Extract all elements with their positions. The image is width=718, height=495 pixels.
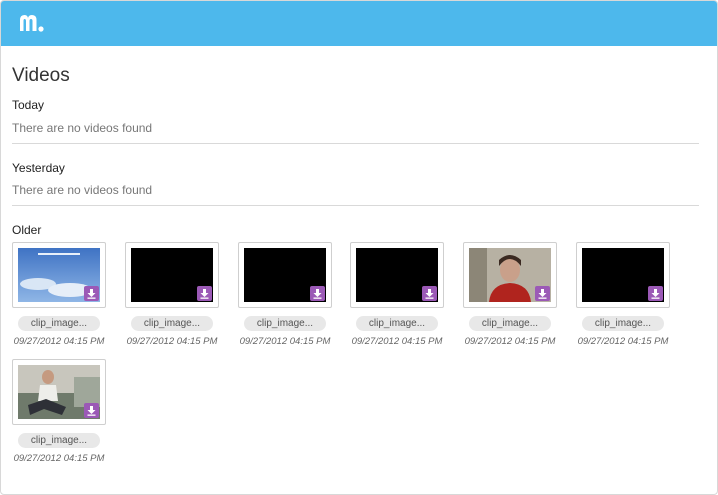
video-timestamp: 09/27/2012 04:15 PM xyxy=(13,336,105,347)
video-timestamp: 09/27/2012 04:15 PM xyxy=(464,336,556,347)
section-yesterday-label: Yesterday xyxy=(12,161,65,175)
top-bar xyxy=(1,1,717,46)
video-timestamp: 09/27/2012 04:15 PM xyxy=(13,453,105,464)
video-name[interactable]: clip_image... xyxy=(469,316,551,331)
video-name[interactable]: clip_image... xyxy=(131,316,213,331)
yesterday-empty-message: There are no videos found xyxy=(12,183,153,197)
video-thumbnail[interactable] xyxy=(12,359,106,425)
today-empty-message: There are no videos found xyxy=(12,121,153,135)
video-name[interactable]: clip_image... xyxy=(356,316,438,331)
download-icon[interactable] xyxy=(648,286,663,301)
divider xyxy=(12,143,699,144)
page-title: Videos xyxy=(12,65,70,86)
mobizen-logo-icon[interactable] xyxy=(17,11,47,35)
divider xyxy=(12,205,699,206)
download-icon[interactable] xyxy=(84,403,99,418)
video-timestamp: 09/27/2012 04:15 PM xyxy=(351,336,443,347)
video-name[interactable]: clip_image... xyxy=(18,433,100,448)
video-thumbnail[interactable] xyxy=(463,242,557,308)
video-name[interactable]: clip_image... xyxy=(18,316,100,331)
download-icon[interactable] xyxy=(535,286,550,301)
video-name[interactable]: clip_image... xyxy=(582,316,664,331)
video-timestamp: 09/27/2012 04:15 PM xyxy=(239,336,331,347)
app-window: Videos Today There are no videos found Y… xyxy=(0,0,718,495)
video-thumbnail[interactable] xyxy=(238,242,332,308)
video-thumbnail[interactable] xyxy=(12,242,106,308)
video-timestamp: 09/27/2012 04:15 PM xyxy=(126,336,218,347)
video-thumbnail[interactable] xyxy=(350,242,444,308)
download-icon[interactable] xyxy=(422,286,437,301)
video-thumbnail[interactable] xyxy=(576,242,670,308)
download-icon[interactable] xyxy=(84,286,99,301)
download-icon[interactable] xyxy=(197,286,212,301)
section-today-label: Today xyxy=(12,98,45,112)
video-timestamp: 09/27/2012 04:15 PM xyxy=(577,336,669,347)
section-older-label: Older xyxy=(12,223,42,237)
video-thumbnail[interactable] xyxy=(125,242,219,308)
download-icon[interactable] xyxy=(310,286,325,301)
video-name[interactable]: clip_image... xyxy=(244,316,326,331)
